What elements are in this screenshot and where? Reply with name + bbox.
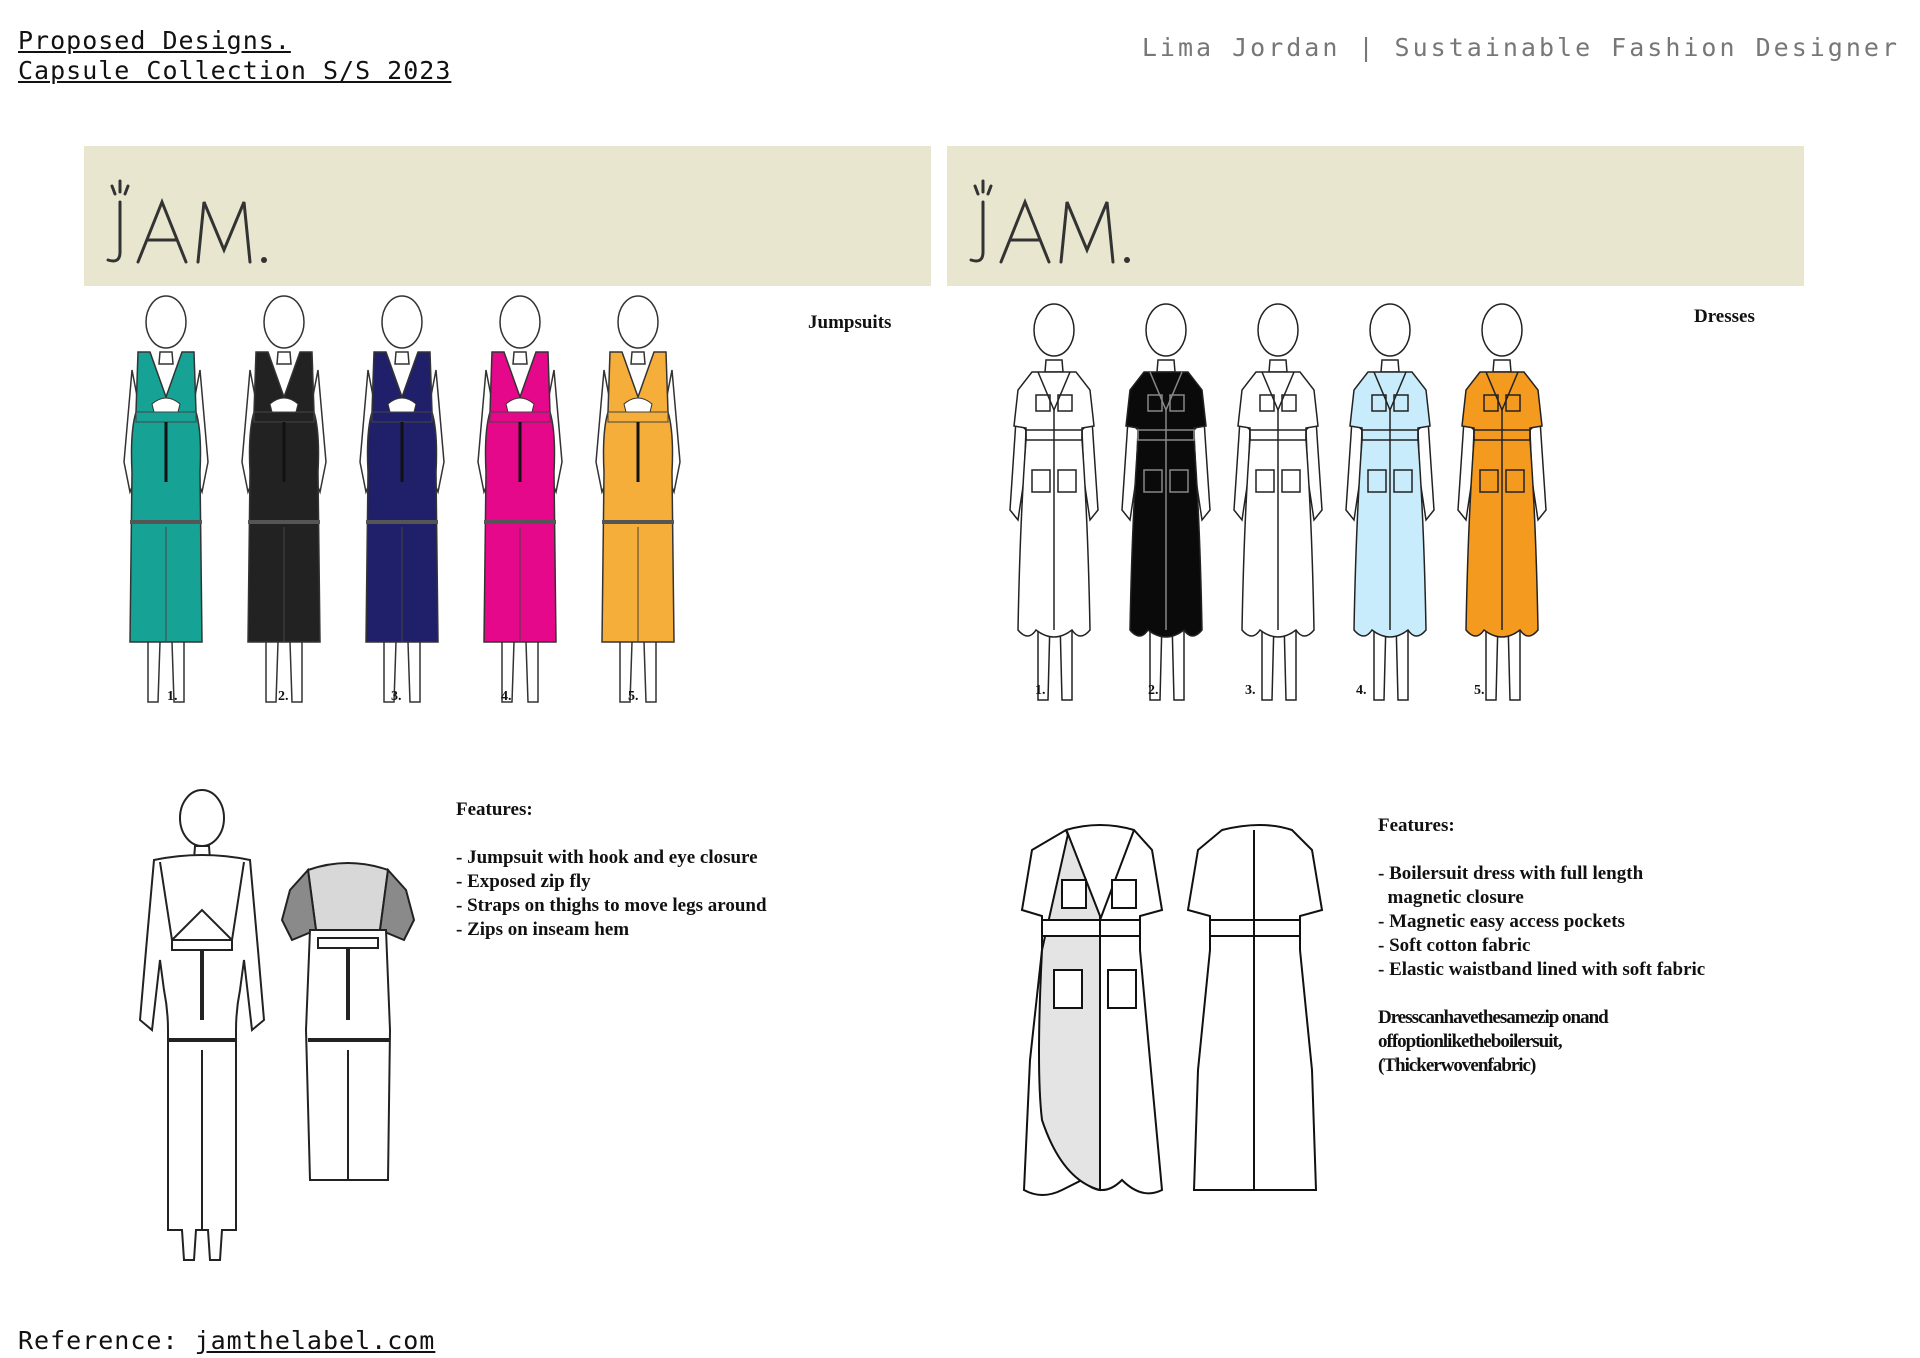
- designer-credit: Lima Jordan | Sustainable Fashion Design…: [1141, 33, 1900, 62]
- brand-banner-left: [84, 146, 931, 286]
- dress-number-5: 5.: [1474, 683, 1485, 698]
- jumpsuit-figure: [359, 295, 445, 703]
- jumpsuit-feature: - Jumpsuit with hook and eye closure: [456, 847, 758, 868]
- dress-technical-flats: [1020, 824, 1324, 1196]
- dress-number-2: 2.: [1148, 683, 1159, 698]
- jumpsuit-technical-flats: [138, 789, 416, 1261]
- dress-figure: [1121, 303, 1211, 701]
- jumpsuit-number-1: 1.: [167, 689, 178, 704]
- dress-feature: - Soft cotton fabric: [1378, 935, 1531, 956]
- dress-number-4: 4.: [1356, 683, 1367, 698]
- dress-feature: magnetic closure: [1378, 887, 1524, 908]
- dress-note-line: offoptionliketheboilersuit,: [1378, 1031, 1563, 1052]
- dress-note-line: Dresscanhavethesamezip onand: [1378, 1007, 1609, 1028]
- jumpsuit-figure: [595, 295, 681, 703]
- jumpsuit-number-5: 5.: [628, 689, 639, 704]
- title-line-2: Capsule Collection S/S 2023: [18, 56, 452, 85]
- jumpsuits-label: Jumpsuits: [808, 312, 892, 333]
- jumpsuit-figure: [477, 295, 563, 703]
- dress-feature: - Boilersuit dress with full length: [1378, 863, 1644, 884]
- reference: Reference: jamthelabel.com: [18, 1326, 435, 1355]
- jumpsuit-features-title: Features:: [456, 799, 533, 820]
- dress-number-3: 3.: [1245, 683, 1256, 698]
- jumpsuit-feature: - Exposed zip fly: [456, 871, 591, 892]
- jumpsuit-figure: [241, 295, 327, 703]
- page-title: Proposed Designs. Capsule Collection S/S…: [18, 26, 451, 86]
- dress-features: Features: - Boilersuit dress with full l…: [1378, 814, 1705, 1078]
- dress-note: Dresscanhavethesamezip onand offoptionli…: [1378, 1006, 1705, 1078]
- dress-figure: [1457, 303, 1547, 701]
- jumpsuit-figure: [123, 295, 209, 703]
- jumpsuit-number-3: 3.: [391, 689, 402, 704]
- reference-label: Reference:: [18, 1326, 179, 1355]
- brand-banner-right: [947, 146, 1804, 286]
- dress-lineup: [1009, 303, 1547, 701]
- dress-figure: [1009, 303, 1099, 701]
- dress-feature: - Elastic waistband lined with soft fabr…: [1378, 959, 1706, 980]
- jumpsuit-lineup: [123, 295, 681, 703]
- jumpsuit-feature: - Straps on thighs to move legs around: [456, 895, 767, 916]
- dress-number-1: 1.: [1035, 683, 1046, 698]
- dress-figure: [1233, 303, 1323, 701]
- jam-logo: [969, 179, 1130, 264]
- jumpsuit-feature: - Zips on inseam hem: [456, 919, 630, 940]
- jumpsuit-features: Features: - Jumpsuit with hook and eye c…: [456, 798, 767, 942]
- dresses-label: Dresses: [1694, 306, 1755, 327]
- jumpsuit-number-2: 2.: [278, 689, 289, 704]
- dress-feature: - Magnetic easy access pockets: [1378, 911, 1625, 932]
- jam-logo: [106, 179, 267, 264]
- title-line-1: Proposed Designs.: [18, 26, 291, 55]
- dress-note-line: (Thickerwovenfabric): [1378, 1055, 1536, 1076]
- jumpsuit-number-4: 4.: [501, 689, 512, 704]
- reference-link[interactable]: jamthelabel.com: [195, 1326, 436, 1355]
- dress-features-title: Features:: [1378, 815, 1455, 836]
- dress-figure: [1345, 303, 1435, 701]
